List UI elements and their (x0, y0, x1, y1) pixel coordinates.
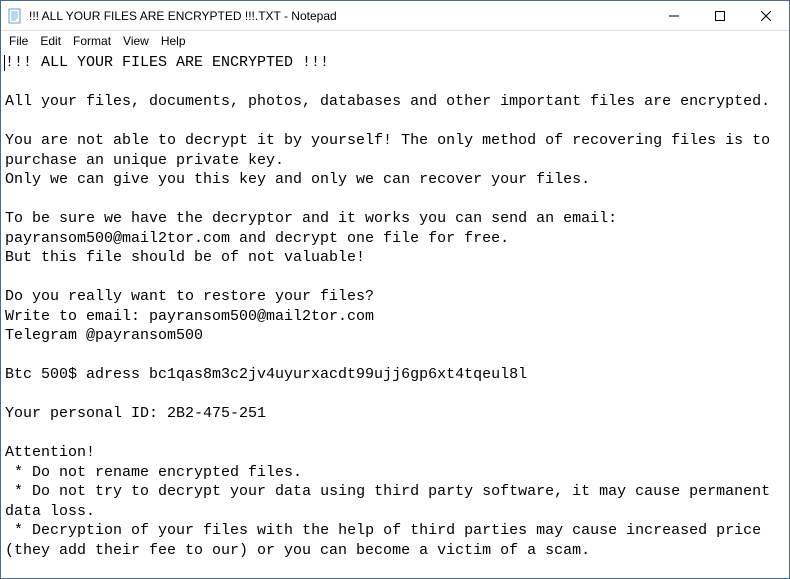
notepad-icon (7, 8, 23, 24)
menu-view[interactable]: View (117, 33, 155, 49)
menu-edit[interactable]: Edit (34, 33, 67, 49)
close-button[interactable] (743, 1, 789, 30)
notepad-window: !!! ALL YOUR FILES ARE ENCRYPTED !!!.TXT… (0, 0, 790, 579)
minimize-button[interactable] (651, 1, 697, 30)
menu-help[interactable]: Help (155, 33, 192, 49)
text-area[interactable]: !!! ALL YOUR FILES ARE ENCRYPTED !!! All… (1, 51, 789, 578)
menu-format[interactable]: Format (67, 33, 117, 49)
text-cursor (4, 55, 5, 71)
document-text: !!! ALL YOUR FILES ARE ENCRYPTED !!! All… (5, 54, 779, 559)
window-controls (651, 1, 789, 30)
window-title: !!! ALL YOUR FILES ARE ENCRYPTED !!!.TXT… (29, 9, 651, 23)
menubar: File Edit Format View Help (1, 31, 789, 51)
maximize-button[interactable] (697, 1, 743, 30)
menu-file[interactable]: File (3, 33, 34, 49)
titlebar[interactable]: !!! ALL YOUR FILES ARE ENCRYPTED !!!.TXT… (1, 1, 789, 31)
